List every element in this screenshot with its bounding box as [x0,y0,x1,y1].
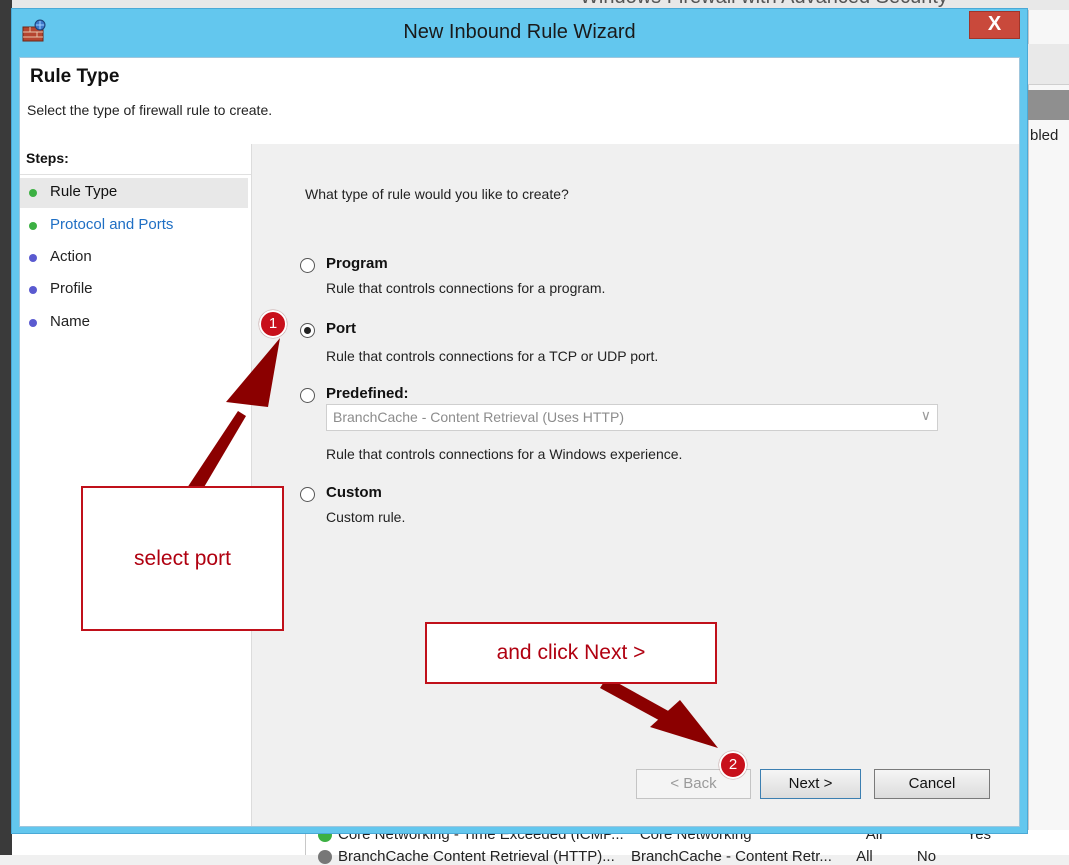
close-button[interactable]: X [969,11,1020,39]
step-action: Action [20,243,248,273]
page-subtitle: Select the type of firewall rule to crea… [27,102,273,118]
option-description: Rule that controls connections for a Win… [326,446,683,462]
callout-select-port: select port [81,486,284,631]
steps-title: Steps: [26,150,69,166]
dialog-title: New Inbound Rule Wizard [403,21,636,43]
rule-disabled-icon [318,850,332,865]
rule-type-content: What type of rule would you like to crea… [252,144,1019,826]
step-complete-icon [29,189,37,197]
step-profile: Profile [20,275,248,305]
predefined-radio[interactable] [300,388,315,403]
step-complete-icon [29,222,37,230]
rule-type-question: What type of rule would you like to crea… [305,186,569,202]
step-label: Profile [50,280,93,297]
predefined-rule-value: BranchCache - Content Retrieval (Uses HT… [333,409,624,425]
rule-group: BranchCache - Content Retr... [630,848,832,865]
background-column-header [1028,90,1069,120]
background-rule-row[interactable]: BranchCache Content Retrieval (HTTP)... … [318,848,936,865]
step-label: Rule Type [50,183,118,200]
option-label[interactable]: Program [326,255,388,272]
rule-profile: All [856,848,873,865]
step-marker-1: 1 [259,310,287,338]
callout-click-next: and click Next > [425,622,717,684]
background-column-fragment: bled [1030,127,1059,144]
option-label[interactable]: Custom [326,484,382,501]
cancel-button[interactable]: Cancel [874,769,990,799]
page-title: Rule Type [30,66,120,87]
step-label: Protocol and Ports [50,216,174,233]
dialog-body: Rule Type Select the type of firewall ru… [19,57,1020,827]
option-label[interactable]: Predefined: [326,385,409,402]
step-label: Name [50,313,91,330]
step-pending-icon [29,286,37,294]
new-inbound-rule-wizard-dialog: New Inbound Rule Wizard X Rule Type Sele… [11,8,1028,834]
step-rule-type[interactable]: Rule Type [20,178,248,208]
dialog-title-bar[interactable]: New Inbound Rule Wizard X [12,9,1027,57]
port-radio[interactable] [300,323,315,338]
program-radio[interactable] [300,258,315,273]
option-label[interactable]: Port [326,320,356,337]
step-protocol-and-ports[interactable]: Protocol and Ports [20,211,248,241]
steps-pane: Steps: Rule Type Protocol and Ports Acti… [20,144,252,826]
step-pending-icon [29,319,37,327]
next-button[interactable]: Next > [760,769,861,799]
rule-enabled: No [916,848,937,865]
rule-name: BranchCache Content Retrieval (HTTP)... [338,848,615,865]
step-pending-icon [29,254,37,262]
predefined-rule-select[interactable]: BranchCache - Content Retrieval (Uses HT… [326,404,938,431]
step-label: Action [50,248,92,265]
step-marker-2: 2 [719,751,747,779]
chevron-down-icon: ∨ [920,408,931,424]
custom-radio[interactable] [300,487,315,502]
steps-divider [20,174,251,175]
option-description: Custom rule. [326,509,406,525]
option-description: Rule that controls connections for a pro… [326,280,606,296]
option-description: Rule that controls connections for a TCP… [326,348,659,364]
background-toolbar [1028,44,1069,85]
wizard-header: Rule Type Select the type of firewall ru… [20,58,1019,145]
step-name: Name [20,308,248,338]
